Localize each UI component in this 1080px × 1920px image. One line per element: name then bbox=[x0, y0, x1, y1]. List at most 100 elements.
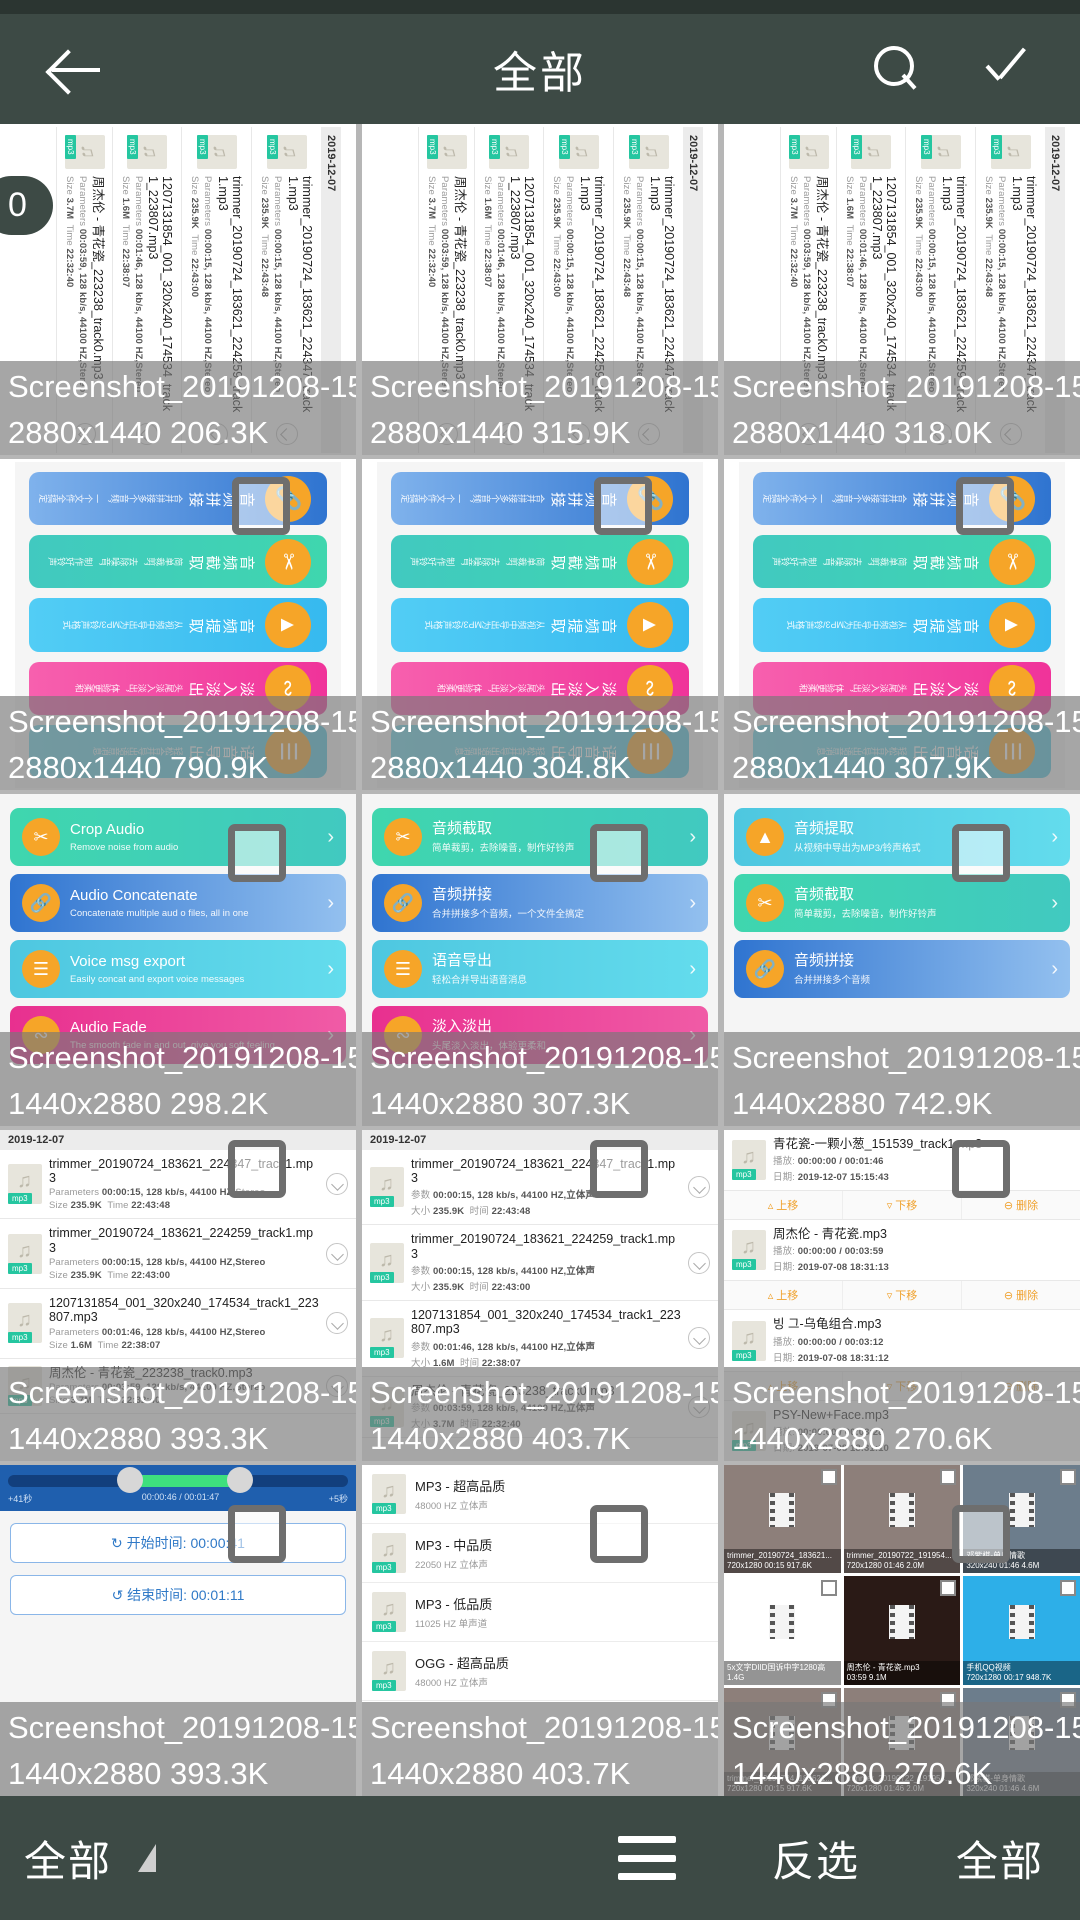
selection-checkbox[interactable] bbox=[952, 1504, 1010, 1563]
triangle-icon[interactable] bbox=[138, 1844, 157, 1872]
selection-checkbox[interactable] bbox=[232, 477, 290, 536]
feature-card[interactable]: ✂ 音频截取 简单裁剪，去除噪音，制作好铃声 bbox=[391, 534, 689, 589]
selection-checkbox[interactable] bbox=[590, 824, 648, 883]
feature-card[interactable]: ✂ Crop Audio Remove noise from audio › bbox=[10, 808, 346, 867]
screenshot-cell[interactable]: 🔗音频拼接合并拼接多个音频，一个文件全搞定✂音频截取简单裁剪，去除噪音，制作好铃… bbox=[362, 459, 718, 791]
selection-checkbox[interactable] bbox=[228, 824, 286, 883]
screenshot-cell[interactable]: 🔗音频拼接合并拼接多个音频，一个文件全搞定✂音频截取简单裁剪，去除噪音，制作好铃… bbox=[724, 459, 1080, 791]
check-icon[interactable] bbox=[984, 46, 1034, 92]
gallery-item[interactable]: 周杰伦 - 青花瓷.mp3 03:59 9.1M bbox=[843, 1576, 961, 1685]
list-item[interactable]: ♫ 빙 그-乌龟组合.mp3 播放: 00:00:00 / 00:03:12 日期: … bbox=[724, 1310, 1080, 1372]
search-icon[interactable] bbox=[872, 46, 918, 92]
gallery-item[interactable]: trimmer_20190722_191954...720x1280 01:46… bbox=[843, 1464, 961, 1574]
range-slider[interactable] bbox=[8, 1466, 348, 1493]
feature-card[interactable]: ▲ 音频提取 从视频中导出为MP3/铃声格式 bbox=[753, 598, 1051, 652]
hamburger-icon[interactable] bbox=[617, 1836, 676, 1880]
screenshot-cell[interactable]: 🔗音频拼接合并拼接多个音频，一个文件全搞定✂音频截取简单裁剪，去除噪音，制作好铃… bbox=[0, 459, 356, 791]
screenshot-cell[interactable]: 2019-12-07♫trimmer_20190724_183621_22434… bbox=[362, 124, 718, 456]
end-time-button[interactable]: ↺ 结束时间: 00:01:11 bbox=[10, 1574, 346, 1615]
screenshot-cell[interactable]: ♫ 青花瓷-一颗小葱_151539_track1.mp3 播放: 00:00:00 … bbox=[724, 1129, 1080, 1461]
gallery-checkbox[interactable] bbox=[940, 1468, 957, 1485]
selection-checkbox[interactable] bbox=[594, 477, 652, 536]
gallery-checkbox[interactable] bbox=[820, 1468, 837, 1485]
selection-checkbox[interactable] bbox=[952, 1139, 1010, 1198]
screenshot-cell[interactable]: ♫ MP3 - 超高品质 48000 HZ 立体声 ♫ MP3 - 中品质 22050 H… bbox=[362, 1464, 718, 1796]
list-item[interactable]: ♫1207131854_001_320x240_174534_track1_22… bbox=[0, 1289, 356, 1359]
chevron-down-icon[interactable] bbox=[326, 1242, 348, 1265]
gallery-item[interactable]: 手机QQ视频 720x1280 00:17 948.7K bbox=[963, 1576, 1080, 1685]
feature-card[interactable]: ☰ 语音导出 轻松合并导出语音消息 › bbox=[372, 940, 708, 999]
feature-card[interactable]: ✂ 音频截取 简单裁剪，去除噪音，制作好铃声 › bbox=[734, 874, 1070, 933]
list-item[interactable]: ♫ 周杰伦 - 青花瓷.mp3 播放: 00:00:00 / 00:03:59 日期:… bbox=[724, 1220, 1080, 1282]
chevron-down-icon[interactable] bbox=[326, 1312, 348, 1335]
select-all-button[interactable]: 全部 bbox=[956, 1828, 1044, 1889]
quality-option[interactable]: ♫ OGG - 超高品质 48000 HZ 立体声 bbox=[362, 1642, 718, 1701]
feature-card[interactable]: 🔗 Audio Concatenate Concatenate multiple a… bbox=[10, 874, 346, 933]
quality-option[interactable]: ♫ MP3 - 超高品质 48000 HZ 立体声 bbox=[362, 1465, 718, 1524]
feature-card[interactable]: ☰ Voice msg export Easily concat and expor… bbox=[10, 940, 346, 999]
feature-card[interactable]: ▲ 音频提取 从视频中导出为MP3/铃声格式 › bbox=[734, 808, 1070, 867]
trim-slider-bar[interactable]: +41秒 00:00:46 / 00:01:47 +5秒 bbox=[0, 1464, 356, 1511]
selection-checkbox[interactable] bbox=[228, 1139, 286, 1198]
screenshot-name: Screenshot_20191208-1543 bbox=[732, 1710, 1080, 1745]
list-item-body: 1207131854_001_320x240_174534_track1_223… bbox=[49, 1296, 319, 1351]
chevron-down-icon[interactable] bbox=[688, 1327, 710, 1350]
selection-checkbox[interactable] bbox=[590, 1504, 648, 1563]
arrow-left-icon[interactable] bbox=[46, 38, 108, 100]
feature-card[interactable]: 🔗 音频拼接 合并拼接多个音频 › bbox=[734, 940, 1070, 999]
list-item[interactable]: ♫trimmer_20190724_183621_224347_track1.m… bbox=[362, 1150, 718, 1226]
trim-right-label: +5秒 bbox=[328, 1493, 348, 1504]
screenshot-cell[interactable]: ✂ Crop Audio Remove noise from audio › 🔗 Audi… bbox=[0, 794, 356, 1126]
quality-option[interactable]: ♫ MP3 - 中品质 22050 HZ 立体声 bbox=[362, 1524, 718, 1583]
screenshot-name: Screenshot_20191208-1544 bbox=[732, 369, 1080, 405]
screenshot-cell[interactable]: +41秒 00:00:46 / 00:01:47 +5秒 ↻ 开始时间: 00:00:… bbox=[0, 1464, 356, 1796]
filter-group[interactable]: 全部 bbox=[0, 1828, 157, 1889]
chevron-down-icon[interactable] bbox=[688, 1251, 710, 1274]
gallery-item[interactable]: 5x文字DIID国诉中字1280高 1.4G bbox=[724, 1576, 841, 1685]
screenshot-cell[interactable]: 2019-12-07♫trimmer_20190724_183621_22434… bbox=[362, 1129, 718, 1461]
screenshot-cell[interactable]: trimmer_20190724_183621... 720x1280 00:15… bbox=[724, 1464, 1080, 1796]
chevron-right-icon: › bbox=[1051, 891, 1058, 914]
chevron-down-icon[interactable] bbox=[326, 1172, 348, 1195]
move-up-button[interactable]: ▵ 上移 bbox=[724, 1190, 843, 1219]
feature-card[interactable]: ✂ 音频截取 简单裁剪，去除噪音，制作好铃声 › bbox=[372, 808, 708, 867]
screenshot-caption: Screenshot_20191208-1543 1440x2880 403.7K bbox=[362, 1702, 718, 1796]
invert-selection-button[interactable]: 反选 bbox=[772, 1828, 860, 1889]
move-down-button[interactable]: ▿ 下移 bbox=[843, 1190, 962, 1219]
list-item[interactable]: ♫trimmer_20190724_183621_224347_track1.m… bbox=[0, 1150, 356, 1220]
feature-card[interactable]: 🔗 音频拼接 合并拼接多个音频，一个文件全搞定 › bbox=[372, 874, 708, 933]
gallery-checkbox[interactable] bbox=[1059, 1468, 1076, 1485]
feature-card[interactable]: ✂ 音频截取 简单裁剪，去除噪音，制作好铃声 bbox=[753, 534, 1051, 589]
feature-card[interactable]: ▲ 音频提取 从视频中导出为MP3/铃声格式 bbox=[391, 598, 689, 652]
slider-handle-end[interactable] bbox=[226, 1466, 253, 1493]
gallery-checkbox[interactable] bbox=[1059, 1580, 1076, 1597]
feature-card[interactable]: ✂ 音频截取 简单裁剪，去除噪音，制作好铃声 bbox=[29, 534, 327, 589]
feature-subtitle: 轻松合并导出语音消息 bbox=[432, 975, 528, 987]
gallery-checkbox[interactable] bbox=[940, 1580, 957, 1597]
quality-option[interactable]: ♫ MP3 - 低品质 11025 HZ 单声道 bbox=[362, 1583, 718, 1642]
start-time-button[interactable]: ↻ 开始时间: 00:00:41 bbox=[10, 1522, 346, 1563]
selection-checkbox[interactable] bbox=[590, 1139, 648, 1198]
gallery-item[interactable]: trimmer_20190724_183621...720x1280 00:15… bbox=[724, 1464, 841, 1574]
waveform-icon: ☰ bbox=[384, 950, 422, 989]
feature-title: 语音导出 bbox=[432, 951, 493, 969]
chevron-down-icon[interactable] bbox=[688, 1175, 710, 1198]
screenshot-cell[interactable]: 2019-12-07♫trimmer_20190724_183621_22434… bbox=[0, 124, 356, 456]
screenshot-cell[interactable]: 2019-12-07♫trimmer_20190724_183621_22434… bbox=[0, 1129, 356, 1461]
list-item[interactable]: ♫ 青花瓷-一颗小葱_151539_track1.mp3 播放: 00:00:00 … bbox=[724, 1130, 1080, 1191]
list-item[interactable]: ♫trimmer_20190724_183621_224259_track1.m… bbox=[362, 1225, 718, 1302]
screenshot-cell[interactable]: ✂ 音频截取 简单裁剪，去除噪音，制作好铃声 › 🔗 音频拼接 合并拼接多个音频，一个文件全… bbox=[362, 794, 718, 1126]
remove-button[interactable]: ⊖ 删除 bbox=[962, 1281, 1080, 1309]
list-item[interactable]: ♫1207131854_001_320x240_174534_track1_22… bbox=[362, 1301, 718, 1377]
slider-handle-start[interactable] bbox=[116, 1466, 143, 1493]
feature-card[interactable]: ▲ 音频提取 从视频中导出为MP3/铃声格式 bbox=[29, 598, 327, 652]
move-down-button[interactable]: ▿ 下移 bbox=[843, 1281, 962, 1310]
move-up-button[interactable]: ▵ 上移 bbox=[724, 1281, 843, 1310]
list-item[interactable]: ♫trimmer_20190724_183621_224259_track1.m… bbox=[0, 1219, 356, 1290]
gallery-checkbox[interactable] bbox=[820, 1580, 837, 1597]
selection-checkbox[interactable] bbox=[956, 477, 1014, 536]
selection-checkbox[interactable] bbox=[952, 824, 1010, 883]
screenshot-cell[interactable]: ▲ 音频提取 从视频中导出为MP3/铃声格式 › ✂ 音频截取 简单裁剪，去除噪音，制作好铃… bbox=[724, 794, 1080, 1126]
selection-checkbox[interactable] bbox=[228, 1504, 286, 1563]
screenshot-cell[interactable]: 2019-12-07♫trimmer_20190724_183621_22434… bbox=[724, 124, 1080, 456]
